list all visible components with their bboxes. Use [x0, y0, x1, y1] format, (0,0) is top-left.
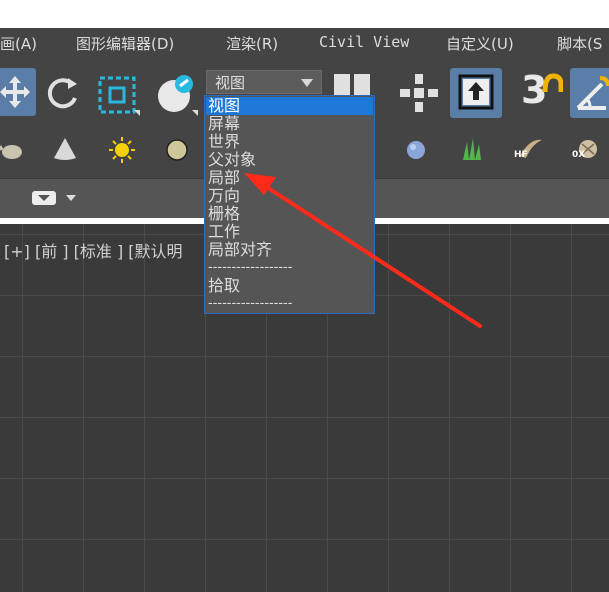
cone-icon[interactable]	[52, 136, 78, 162]
magnet-icon	[542, 73, 563, 93]
particle-icon[interactable]	[404, 138, 428, 162]
rotate-icon[interactable]	[44, 74, 82, 114]
dropdown-selected-value: 视图	[215, 74, 246, 92]
select-place-icon[interactable]	[154, 72, 200, 116]
ribbon-tab-icon	[32, 191, 56, 205]
hair-fur-button[interactable]: HF	[514, 136, 544, 164]
snap-toggle-button[interactable]: 3	[519, 68, 565, 116]
shell-button[interactable]: 0X	[572, 136, 602, 164]
scale-region-icon[interactable]	[98, 74, 142, 118]
reference-coordinate-list: 视图 屏幕 世界 父对象 局部 万向 栅格 工作 局部对齐 ----------…	[204, 95, 375, 314]
option-world[interactable]: 世界	[206, 133, 373, 151]
grass-icon[interactable]	[459, 136, 485, 162]
option-screen[interactable]: 屏幕	[206, 115, 373, 133]
ox-label: 0X	[572, 150, 586, 160]
menu-item-civil-view[interactable]: Civil View	[319, 33, 409, 51]
ribbon-toggle-button[interactable]	[32, 189, 58, 207]
sun-light-icon[interactable]	[108, 136, 136, 164]
option-local[interactable]: 局部	[206, 169, 373, 187]
upload-box-icon	[458, 74, 494, 110]
option-gimbal[interactable]: 万向	[206, 187, 373, 205]
option-grid[interactable]: 栅格	[206, 205, 373, 223]
menu-item-rendering[interactable]: 渲染(R)	[226, 33, 278, 54]
menu-item-scripting[interactable]: 脚本(S	[557, 33, 602, 54]
option-view[interactable]: 视图	[206, 97, 373, 115]
angle-snap-icon	[576, 76, 609, 110]
separator: ------------------	[208, 296, 293, 311]
select-move-button[interactable]	[0, 68, 36, 116]
option-local-aligned[interactable]: 局部对齐	[206, 241, 373, 259]
hf-label: HF	[514, 150, 528, 160]
chevron-down-icon[interactable]	[66, 195, 76, 203]
sphere-icon[interactable]	[165, 138, 189, 162]
separator: ------------------	[208, 260, 293, 275]
option-pick[interactable]: 拾取	[206, 277, 373, 295]
menu-item-customize[interactable]: 自定义(U)	[446, 33, 514, 54]
selection-lock-icon[interactable]	[398, 72, 442, 116]
option-parent[interactable]: 父对象	[206, 151, 373, 169]
keyboard-shortcut-override-button[interactable]	[450, 68, 502, 118]
menu-bar: 画(A) 图形编辑器(D) 渲染(R) Civil View 自定义(U) 脚本…	[0, 28, 609, 58]
angle-snap-button[interactable]	[570, 68, 609, 118]
teapot-icon[interactable]	[0, 140, 26, 162]
reference-coordinate-dropdown[interactable]: 视图	[206, 70, 322, 94]
menu-item-create[interactable]: 画(A)	[0, 33, 37, 54]
option-working[interactable]: 工作	[206, 223, 373, 241]
menu-item-graph-editors[interactable]: 图形编辑器(D)	[76, 33, 174, 54]
chevron-down-icon	[301, 79, 313, 87]
move-icon	[0, 76, 30, 108]
viewport-label[interactable]: [+] [前 ] [标准 ] [默认明	[4, 238, 183, 262]
